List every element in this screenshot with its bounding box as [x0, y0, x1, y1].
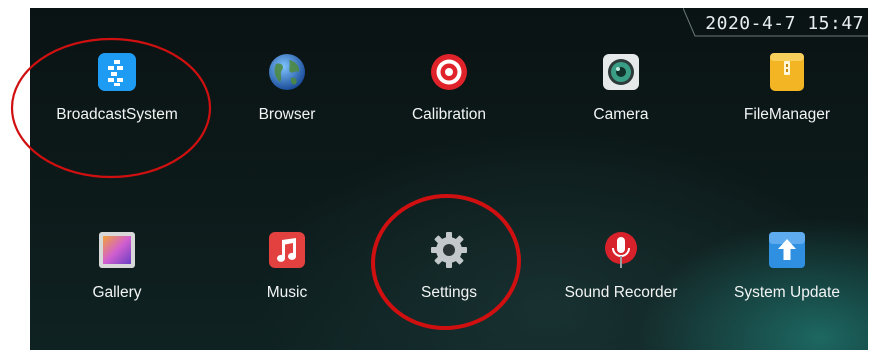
upload-arrow-icon [767, 230, 807, 270]
app-settings[interactable]: Settings [374, 230, 524, 302]
app-system-update[interactable]: System Update [712, 230, 862, 302]
target-icon [429, 52, 469, 92]
app-calibration[interactable]: Calibration [374, 52, 524, 124]
gear-icon [429, 230, 469, 270]
app-browser[interactable]: Browser [212, 52, 362, 124]
app-label: FileManager [743, 106, 831, 123]
app-camera[interactable]: Camera [546, 52, 696, 124]
microphone-icon [601, 230, 641, 270]
broadcast-system-icon [97, 52, 137, 92]
app-sound-recorder[interactable]: Sound Recorder [546, 230, 696, 302]
app-label: BroadcastSystem [56, 106, 178, 123]
home-screen: 2020-4-7 15:47 BroadcastSystem Browser C… [30, 8, 868, 350]
app-label: Sound Recorder [564, 284, 678, 301]
globe-icon [267, 52, 307, 92]
app-broadcastsystem[interactable]: BroadcastSystem [42, 52, 192, 124]
camera-icon [601, 52, 641, 92]
status-bar: 2020-4-7 15:47 [683, 8, 868, 38]
app-label: Camera [593, 106, 649, 123]
app-label: Gallery [92, 284, 142, 301]
app-filemanager[interactable]: FileManager [712, 52, 862, 124]
app-label: Browser [258, 106, 316, 123]
app-label: Music [266, 284, 308, 301]
app-label: Calibration [411, 106, 487, 123]
app-music[interactable]: Music [212, 230, 362, 302]
music-note-icon [267, 230, 307, 270]
file-manager-icon [767, 52, 807, 92]
status-clock: 2020-4-7 15:47 [705, 12, 864, 34]
app-gallery[interactable]: Gallery [42, 230, 192, 302]
app-label: Settings [420, 284, 477, 301]
gallery-icon [97, 230, 137, 270]
app-label: System Update [734, 284, 840, 301]
